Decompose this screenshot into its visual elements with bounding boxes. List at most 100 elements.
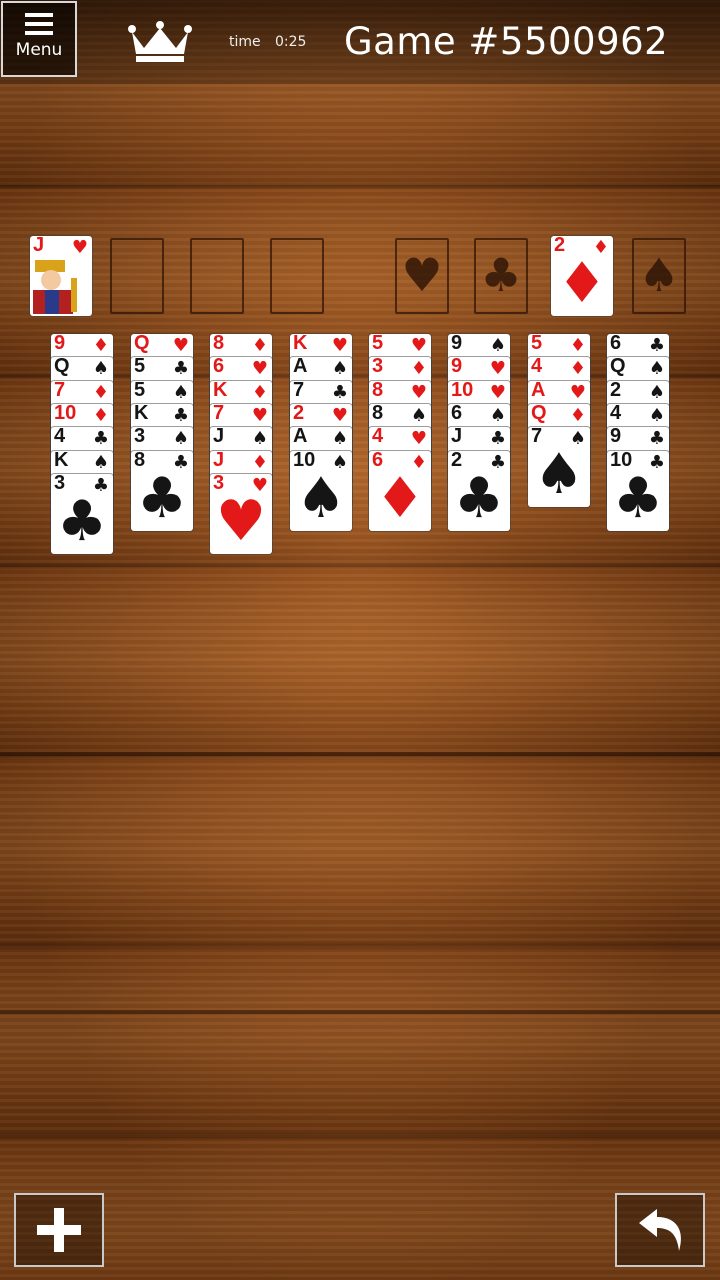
diamonds-icon: ♦ [569,335,586,356]
card-rank: 9 [54,334,66,354]
plus-icon [37,1208,81,1252]
diamonds-icon: ♦ [410,358,427,379]
tableau-card[interactable]: 6 ♦ ♦ [369,451,431,531]
hamburger-icon [25,13,53,35]
card-rank: K [54,451,69,471]
card-rank: Q [531,404,547,424]
tableau-card[interactable]: 2 ♣ ♣ [448,451,510,531]
hearts-icon: ♥ [172,335,189,356]
hearts-icon: ♥ [251,358,268,379]
foundation-card[interactable]: 2 ♦ ♦ [551,236,613,316]
spades-icon: ♠ [489,335,506,356]
card-rank: 6 [213,357,225,377]
spades-icon: ♠ [331,428,348,449]
spades-outline-icon: ♠ [638,248,680,302]
tableau-card[interactable]: 10 ♣ ♣ [607,451,669,531]
tableau-card[interactable]: 3 ♣ ♣ [51,474,113,554]
card-rank: 10 [54,404,77,424]
wood-table [0,0,720,1280]
spades-icon: ♠ [331,358,348,379]
card-rank: 6 [610,334,622,354]
card-rank: 2 [610,381,622,401]
hearts-icon: ♥ [410,335,427,356]
card-rank: 3 [372,357,384,377]
card-rank: 5 [134,357,146,377]
card-rank: A [531,381,546,401]
card-rank: 5 [531,334,543,354]
new-game-button[interactable] [14,1193,104,1267]
hearts-icon: ♥ [331,335,348,356]
hearts-icon: ♥ [569,382,586,403]
game-title: Game #5500962 [344,20,669,63]
spades-icon: ♠ [648,358,665,379]
foundation-slot[interactable]: ♥ [395,238,449,314]
card-rank: 5 [134,381,146,401]
plank-seam [0,1010,720,1014]
plank-seam [0,752,720,756]
undo-button[interactable] [615,1193,705,1267]
diamonds-pip-icon: ♦ [374,466,426,531]
menu-label: Menu [15,40,63,60]
spades-icon: ♠ [92,452,109,473]
crown-icon[interactable] [126,18,194,64]
card-rank: 7 [293,381,305,401]
clubs-pip-icon: ♣ [136,466,188,531]
tableau-card[interactable]: 7 ♠ ♠ [528,427,590,507]
card-rank: A [293,357,308,377]
diamonds-icon: ♦ [569,405,586,426]
freecell-slot[interactable] [110,238,164,314]
clubs-icon: ♣ [489,428,506,449]
clubs-icon: ♣ [92,428,109,449]
diamonds-icon: ♦ [251,452,268,473]
card-rank: Q [134,334,150,354]
clubs-icon: ♣ [172,405,189,426]
diamonds-pip-icon: ♦ [556,251,608,316]
clubs-pip-icon: ♣ [612,466,664,531]
top-bar: Menu time 0:25 Game #5500962 [0,0,720,84]
hearts-icon: ♥ [71,237,88,258]
spades-icon: ♠ [410,405,427,426]
card-rank: K [213,381,228,401]
freecell-card[interactable]: J ♥ [30,236,92,316]
hearts-icon: ♥ [410,382,427,403]
spades-icon: ♠ [489,405,506,426]
card-rank: Q [54,357,70,377]
tableau-card[interactable]: 8 ♣ ♣ [131,451,193,531]
card-rank: J [213,427,225,447]
clubs-pip-icon: ♣ [56,489,108,554]
card-rank: 7 [54,381,66,401]
spades-icon: ♠ [648,405,665,426]
card-rank: A [293,427,308,447]
jack-portrait-icon [33,260,77,314]
card-rank: J [451,427,463,447]
card-rank: 6 [451,404,463,424]
card-rank: 4 [531,357,543,377]
time-value: 0:25 [275,34,307,50]
clubs-icon: ♣ [648,428,665,449]
card-rank: 9 [610,427,622,447]
freecell-slot[interactable] [190,238,244,314]
clubs-icon: ♣ [172,358,189,379]
clubs-pip-icon: ♣ [453,466,505,531]
clubs-icon: ♣ [331,382,348,403]
spades-pip-icon: ♠ [533,442,585,507]
menu-button[interactable]: Menu [1,1,77,77]
foundation-slot[interactable]: ♣ [474,238,528,314]
spades-icon: ♠ [172,382,189,403]
card-rank: 4 [372,427,384,447]
card-rank: 8 [372,404,384,424]
tableau-card[interactable]: 10 ♠ ♠ [290,451,352,531]
diamonds-icon: ♦ [569,358,586,379]
hearts-icon: ♥ [489,358,506,379]
clubs-outline-icon: ♣ [480,248,522,302]
diamonds-icon: ♦ [92,405,109,426]
hearts-outline-icon: ♥ [401,248,443,302]
diamonds-icon: ♦ [92,335,109,356]
card-rank: Q [610,357,626,377]
freecell-slot[interactable] [270,238,324,314]
card-rank: K [134,404,149,424]
foundation-slot[interactable]: ♠ [632,238,686,314]
hearts-icon: ♥ [251,405,268,426]
tableau-card[interactable]: 3 ♥ ♥ [210,474,272,554]
card-rank: 7 [213,404,225,424]
